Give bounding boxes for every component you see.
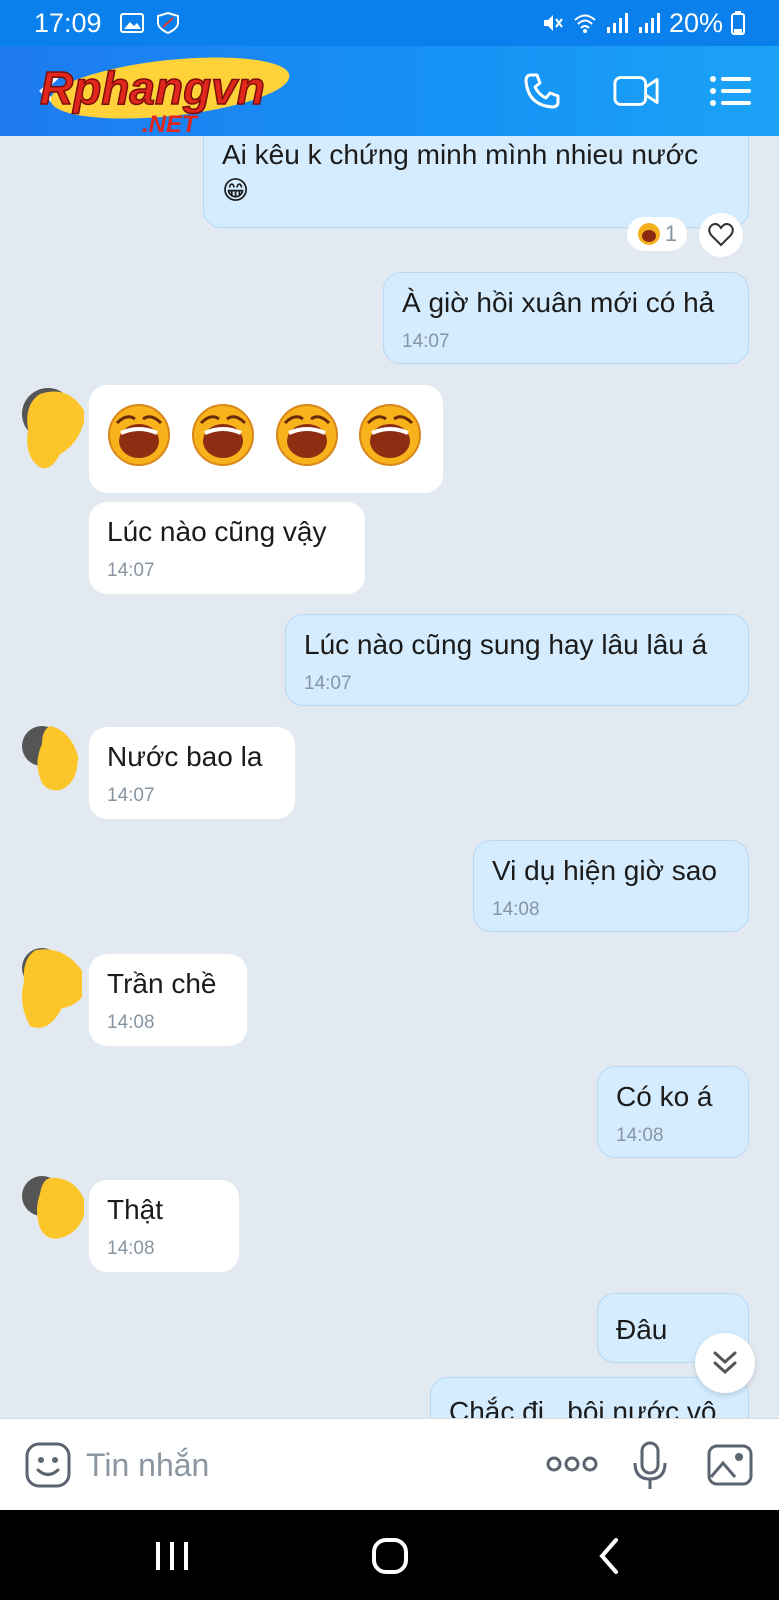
message-text: Có ko á [616, 1081, 713, 1112]
signal-icon-2 [638, 13, 660, 33]
message-text: Chắc đi...bôi nước vô [449, 1396, 717, 1418]
heart-icon [708, 223, 734, 247]
message-emoji: 😁 [222, 175, 250, 205]
message-text: Lúc nào cũng sung hay lâu lâu á [304, 629, 708, 660]
message-bubble[interactable]: Trần chề 14:08 [89, 954, 247, 1046]
message-text: À giờ hồi xuân mới có hả [402, 287, 715, 318]
menu-icon [710, 76, 751, 106]
message-text: Vi dụ hiện giờ sao [492, 855, 717, 886]
back-icon[interactable] [590, 1536, 630, 1576]
battery-icon [731, 11, 745, 35]
message-time: 14:08 [107, 1012, 155, 1033]
android-nav-bar [0, 1510, 779, 1600]
microphone-icon[interactable] [630, 1441, 670, 1491]
svg-text:Rphangvn: Rphangvn [40, 62, 265, 114]
gallery-notification-icon [119, 13, 144, 33]
message-time: 14:08 [492, 899, 540, 920]
battery-percent: 20% [668, 7, 723, 38]
message-bubble[interactable]: Vi dụ hiện giờ sao 14:08 [473, 840, 749, 932]
laugh-emoji-icon [359, 404, 422, 466]
svg-text:.NET: .NET [142, 111, 199, 136]
double-chevron-down-icon [713, 1351, 737, 1375]
message-text: Thật [107, 1194, 164, 1225]
sticker-emoji-icon[interactable] [24, 1441, 72, 1489]
wifi-icon [574, 14, 596, 33]
header-actions [519, 68, 753, 114]
message-time: 14:08 [616, 1125, 664, 1146]
message-bubble[interactable]: À giờ hồi xuân mới có hả 14:07 [383, 272, 749, 364]
reaction-count: 1 [664, 221, 678, 246]
contact-avatar[interactable] [20, 1172, 84, 1262]
message-list[interactable]: Ai kêu k chứng minh mình nhieu nước 😁 1 … [0, 136, 779, 1418]
message-time: 14:07 [304, 673, 352, 694]
message-text: Trần chề [107, 968, 217, 999]
video-icon [613, 76, 659, 106]
message-time: 14:07 [107, 785, 155, 806]
message-bubble[interactable]: Có ko á 14:08 [597, 1066, 749, 1158]
message-text: Nước bao la [107, 741, 263, 772]
message-bubble[interactable]: Nước bao la 14:07 [89, 727, 295, 819]
video-call-button[interactable] [613, 68, 659, 114]
status-bar: 17:09 20% [0, 0, 779, 46]
contact-avatar[interactable] [20, 384, 84, 474]
recent-apps-icon[interactable] [152, 1536, 192, 1576]
reaction-badge[interactable]: 1 [627, 217, 687, 251]
home-icon[interactable] [370, 1536, 410, 1576]
laugh-emoji-icon [108, 404, 170, 466]
contact-avatar[interactable] [18, 944, 82, 1034]
message-bubble[interactable]: Chắc đi...bôi nước vô [430, 1377, 749, 1418]
scroll-to-bottom-button[interactable] [695, 1333, 755, 1393]
sticker-bubble[interactable] [89, 385, 443, 493]
shield-icon [156, 12, 179, 34]
like-button[interactable] [699, 213, 743, 257]
message-text: Lúc nào cũng vậy [107, 516, 327, 547]
laugh-emoji-icon [191, 404, 254, 466]
mute-icon [543, 15, 563, 31]
message-time: 14:08 [107, 1238, 155, 1259]
message-time: 14:07 [107, 560, 155, 581]
clock: 17:09 [34, 7, 102, 38]
chat-header: Rphangvn .NET [0, 46, 779, 136]
message-text: Ai kêu k chứng minh mình nhieu nước [222, 139, 699, 170]
contact-avatar[interactable] [20, 720, 84, 810]
message-bubble[interactable]: Lúc nào cũng sung hay lâu lâu á 14:07 [285, 614, 749, 706]
image-picker-icon[interactable] [706, 1443, 754, 1487]
menu-button[interactable] [707, 68, 753, 114]
phone-icon [524, 73, 560, 109]
more-options-icon[interactable] [546, 1449, 598, 1479]
message-bubble[interactable]: Lúc nào cũng vậy 14:07 [89, 502, 365, 594]
composer-bar [0, 1418, 779, 1510]
message-bubble[interactable]: Ai kêu k chứng minh mình nhieu nước 😁 [203, 136, 749, 228]
signal-icon [606, 13, 628, 33]
message-time: 14:07 [402, 331, 450, 352]
watermark-logo: Rphangvn .NET [39, 57, 290, 136]
laugh-emoji-icon [637, 223, 660, 245]
message-input[interactable] [86, 1439, 506, 1491]
message-bubble[interactable]: Thật 14:08 [89, 1180, 239, 1272]
laugh-emoji-icon [275, 404, 338, 466]
call-button[interactable] [519, 68, 565, 114]
